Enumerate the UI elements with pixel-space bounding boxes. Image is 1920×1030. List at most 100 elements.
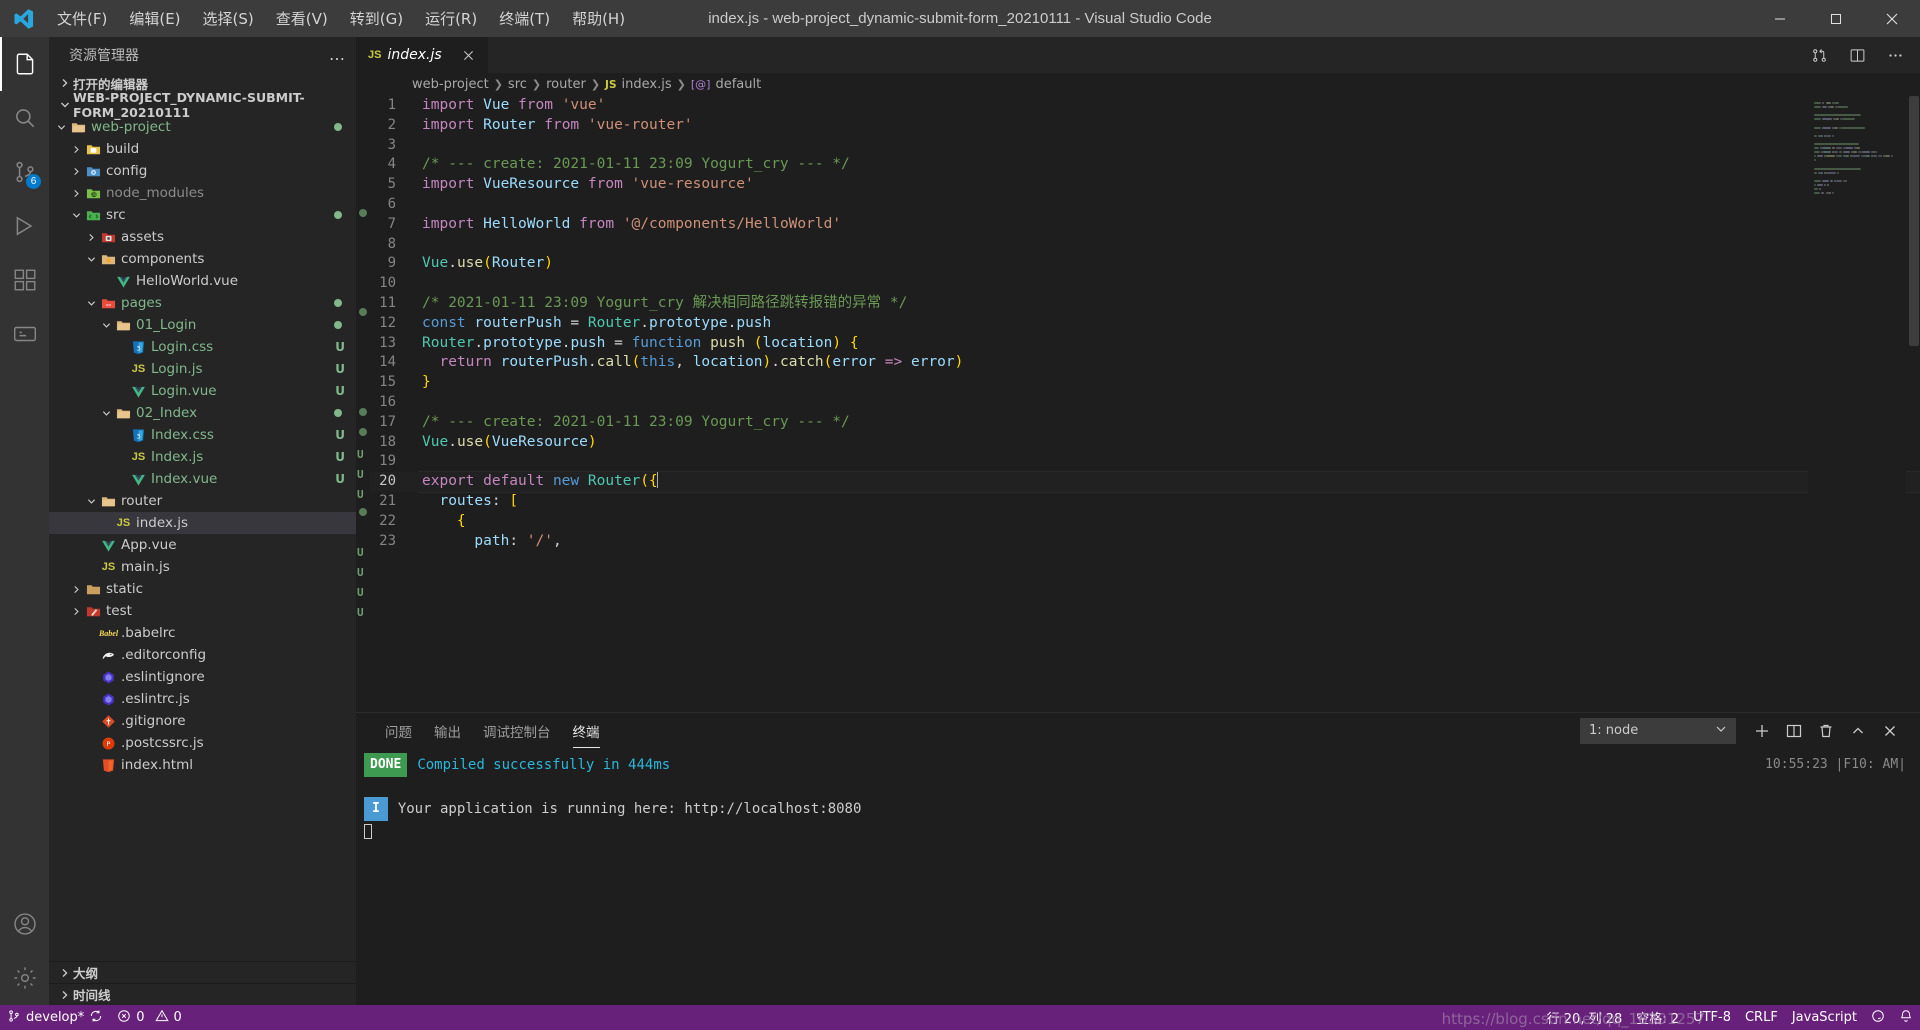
activitybar-item-source-control[interactable]: 6: [0, 145, 49, 199]
tree-file-editorconfig[interactable]: .editorconfig: [49, 644, 356, 666]
tree-folder-02-index[interactable]: 02_Index: [49, 402, 356, 424]
breadcrumb-item-router[interactable]: router: [546, 77, 586, 92]
activitybar-item-search[interactable]: [0, 91, 49, 145]
code-line[interactable]: 1 import Vue from 'vue': [370, 96, 1920, 116]
gear-icon[interactable]: [0, 951, 49, 1005]
status-notifications[interactable]: [1892, 1005, 1920, 1030]
code-line[interactable]: 11 /* 2021-01-11 23:09 Yogurt_cry 解决相同路径跳…: [370, 294, 1920, 314]
status-feedback[interactable]: [1864, 1005, 1892, 1030]
menu-help[interactable]: 帮助(H): [561, 0, 636, 37]
menu-go[interactable]: 转到(G): [339, 0, 414, 37]
status-eol[interactable]: CRLF: [1738, 1005, 1785, 1030]
tree-file-eslintrc-js[interactable]: .eslintrc.js: [49, 688, 356, 710]
breadcrumb[interactable]: web-project ❯ src ❯ router ❯ JS index.js…: [356, 73, 1920, 96]
status-cursor-position[interactable]: 行 20, 列 28: [1540, 1005, 1630, 1030]
code-line[interactable]: 20 export default new Router({: [370, 471, 1920, 493]
menu-view[interactable]: 查看(V): [265, 0, 339, 37]
code-line[interactable]: 17 /* --- create: 2021-01-11 23:09 Yogurt…: [370, 413, 1920, 433]
code-line[interactable]: 22 {: [370, 512, 1920, 532]
breadcrumb-item-index-js[interactable]: index.js: [622, 77, 672, 92]
code-line[interactable]: 15}: [370, 373, 1920, 393]
section-timeline[interactable]: 时间线: [49, 983, 356, 1005]
tree-folder-router[interactable]: router: [49, 490, 356, 512]
breadcrumb-item-src[interactable]: src: [508, 77, 527, 92]
tree-folder-config[interactable]: config: [49, 160, 356, 182]
code-line[interactable]: 21 routes: [: [370, 492, 1920, 512]
status-indentation[interactable]: 空格: 2: [1629, 1005, 1686, 1030]
tree-folder-components[interactable]: components: [49, 248, 356, 270]
maximize-icon[interactable]: [1808, 0, 1864, 37]
code-line[interactable]: 6: [370, 195, 1920, 215]
tab-terminal[interactable]: 终端: [562, 713, 611, 748]
code-line[interactable]: 12 const routerPush = Router.prototype.pu…: [370, 314, 1920, 334]
tree-file-login-css[interactable]: 3 Login.css U: [49, 336, 356, 358]
tab-output[interactable]: 输出: [423, 713, 472, 748]
tree-folder-pages[interactable]: <> pages: [49, 292, 356, 314]
menu-file[interactable]: 文件(F): [46, 0, 118, 37]
tree-file-login-vue[interactable]: Login.vue U: [49, 380, 356, 402]
tree-file-eslintignore[interactable]: .eslintignore: [49, 666, 356, 688]
code-line[interactable]: 9 Vue.use(Router): [370, 254, 1920, 274]
tree-folder-build[interactable]: build: [49, 138, 356, 160]
tree-file-index-js[interactable]: JS index.js: [49, 512, 356, 534]
code-line[interactable]: 3: [370, 136, 1920, 156]
code-editor[interactable]: UUUUUUU 1 import Vue from 'vue' 2 import Ro…: [356, 96, 1920, 712]
code-line[interactable]: 2 import Router from 'vue-router': [370, 116, 1920, 136]
section-outline[interactable]: 大纲: [49, 961, 356, 983]
menu-run[interactable]: 运行(R): [414, 0, 488, 37]
split-terminal-icon[interactable]: [1780, 717, 1808, 745]
maximize-panel-icon[interactable]: [1844, 717, 1872, 745]
tree-file-gitignore[interactable]: .gitignore: [49, 710, 356, 732]
tree-folder-test[interactable]: test: [49, 600, 356, 622]
code-line[interactable]: 13 Router.prototype.push = function push …: [370, 334, 1920, 354]
code-line[interactable]: 16: [370, 393, 1920, 413]
section-project-root[interactable]: WEB-PROJECT_DYNAMIC-SUBMIT-FORM_20210111: [49, 90, 356, 120]
tree-folder-assets[interactable]: assets: [49, 226, 356, 248]
code-line[interactable]: 18 Vue.use(VueResource): [370, 433, 1920, 453]
tree-file-index-html[interactable]: index.html: [49, 754, 356, 776]
menu-terminal[interactable]: 终端(T): [488, 0, 561, 37]
status-branch[interactable]: develop*: [0, 1005, 110, 1030]
tree-file-index-css[interactable]: 3 Index.css U: [49, 424, 356, 446]
code-line[interactable]: 23 path: '/',: [370, 532, 1920, 552]
tree-file-index-js[interactable]: JS Index.js U: [49, 446, 356, 468]
tab-problems[interactable]: 问题: [374, 713, 423, 748]
tree-file-babelrc[interactable]: Babel .babelrc: [49, 622, 356, 644]
tree-folder-static[interactable]: static: [49, 578, 356, 600]
terminal-selector[interactable]: 1: node: [1580, 717, 1736, 744]
code-line[interactable]: 7 import HelloWorld from '@/components/He…: [370, 215, 1920, 235]
breadcrumb-item-web-project[interactable]: web-project: [412, 77, 489, 92]
editor-scrollbar-vertical[interactable]: [1906, 96, 1920, 712]
tree-file-postcssrc-js[interactable]: P .postcssrc.js: [49, 732, 356, 754]
split-editor-icon[interactable]: [1846, 44, 1868, 66]
tree-file-app-vue[interactable]: App.vue: [49, 534, 356, 556]
code-line[interactable]: 19: [370, 452, 1920, 472]
breadcrumb-item-default[interactable]: default: [715, 77, 761, 92]
tree-file-login-js[interactable]: JS Login.js U: [49, 358, 356, 380]
code-line[interactable]: 10: [370, 274, 1920, 294]
activitybar-item-explorer[interactable]: [0, 37, 49, 91]
tab-index-js[interactable]: JS index.js: [356, 37, 489, 73]
tree-file-helloworld-vue[interactable]: HelloWorld.vue: [49, 270, 356, 292]
code-line[interactable]: 8: [370, 235, 1920, 255]
menu-edit[interactable]: 编辑(E): [118, 0, 191, 37]
activitybar-item-extensions[interactable]: [0, 253, 49, 307]
close-icon[interactable]: [1864, 0, 1920, 37]
tree-file-main-js[interactable]: JS main.js: [49, 556, 356, 578]
new-terminal-icon[interactable]: [1748, 717, 1776, 745]
kill-terminal-icon[interactable]: [1812, 717, 1840, 745]
more-actions-icon[interactable]: [1884, 44, 1906, 66]
minimize-icon[interactable]: [1752, 0, 1808, 37]
tree-folder-src[interactable]: src: [49, 204, 356, 226]
code-line[interactable]: 4 /* --- create: 2021-01-11 23:09 Yogurt_…: [370, 155, 1920, 175]
tree-folder-web-project[interactable]: web-project: [49, 116, 356, 138]
file-tree[interactable]: web-project build config JS node_modules src a…: [49, 116, 356, 961]
tree-folder-node-modules[interactable]: JS node_modules: [49, 182, 356, 204]
tree-file-index-vue[interactable]: Index.vue U: [49, 468, 356, 490]
status-problems[interactable]: 0 0: [110, 1005, 189, 1030]
activitybar-item-run-and-debug[interactable]: [0, 199, 49, 253]
sidebar-more-actions-icon[interactable]: …: [329, 45, 346, 64]
close-panel-icon[interactable]: [1876, 717, 1904, 745]
open-changes-icon[interactable]: [1808, 44, 1830, 66]
code-line[interactable]: 14 return routerPush.call(this, location…: [370, 353, 1920, 373]
